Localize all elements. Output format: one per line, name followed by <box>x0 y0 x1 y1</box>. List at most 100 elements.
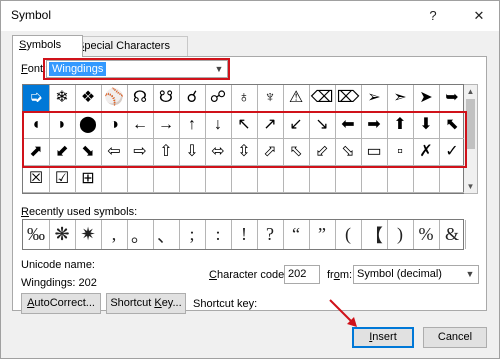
symbol-cell-empty[interactable] <box>257 166 284 193</box>
symbol-cell[interactable]: ❖ <box>75 85 102 112</box>
symbol-cell[interactable]: ♆ <box>257 85 284 112</box>
recent-symbol-cell[interactable]: ! <box>231 220 258 249</box>
symbol-cell[interactable]: → <box>153 112 180 139</box>
recent-symbol-cell[interactable]: 【 <box>361 220 388 249</box>
symbol-cell[interactable]: ⬊ <box>75 139 102 166</box>
autocorrect-button[interactable]: AutoCorrect... <box>21 293 101 314</box>
recent-symbol-cell[interactable]: ✷ <box>75 220 102 249</box>
symbol-cell[interactable]: ✗ <box>413 139 440 166</box>
recent-symbol-cell[interactable]: , <box>101 220 128 249</box>
symbol-cell[interactable]: ⌫ <box>309 85 336 112</box>
scroll-up-icon[interactable]: ▲ <box>464 85 477 98</box>
recent-symbol-cell[interactable]: 、 <box>153 220 180 249</box>
symbol-cell-empty[interactable] <box>205 166 232 193</box>
symbol-cell[interactable]: ◑ <box>101 112 128 139</box>
recent-symbol-cell[interactable]: ❋ <box>49 220 76 249</box>
symbol-cell-empty[interactable] <box>439 166 466 193</box>
symbol-cell[interactable]: ☋ <box>153 85 180 112</box>
symbol-cell[interactable]: ☌ <box>179 85 206 112</box>
symbol-cell[interactable]: ▭ <box>361 139 388 166</box>
recent-symbol-cell[interactable]: ” <box>309 220 336 249</box>
tab-symbols[interactable]: Symbols <box>12 35 83 57</box>
symbol-cell[interactable]: ↗ <box>257 112 284 139</box>
symbol-cell[interactable]: ➤ <box>413 85 440 112</box>
symbol-cell[interactable]: ⚠ <box>283 85 310 112</box>
symbol-cell[interactable]: ▫ <box>387 139 414 166</box>
scroll-thumb[interactable] <box>466 99 475 149</box>
symbol-cell[interactable]: ♁ <box>231 85 258 112</box>
symbol-cell[interactable]: ➢ <box>361 85 388 112</box>
symbol-cell-empty[interactable] <box>127 166 154 193</box>
symbol-cell[interactable]: ⬂ <box>335 139 362 166</box>
symbol-cell-empty[interactable] <box>387 166 414 193</box>
symbol-cell[interactable]: ↓ <box>205 112 232 139</box>
symbol-cell-empty[interactable] <box>283 166 310 193</box>
shortcut-key-button[interactable]: Shortcut Key... <box>106 293 186 314</box>
symbol-cell[interactable]: ☍ <box>205 85 232 112</box>
cancel-button[interactable]: Cancel <box>423 327 487 348</box>
symbol-cell[interactable]: ❄ <box>49 85 76 112</box>
symbol-cell[interactable]: ☑ <box>49 166 76 193</box>
symbol-cell[interactable]: ☒ <box>23 166 50 193</box>
symbol-cell-empty[interactable] <box>309 166 336 193</box>
insert-button[interactable]: Insert <box>352 327 414 348</box>
symbol-cell[interactable]: ← <box>127 112 154 139</box>
symbol-cell-empty[interactable] <box>231 166 258 193</box>
symbol-cell-empty[interactable] <box>101 166 128 193</box>
symbol-cell[interactable]: ⬅ <box>335 112 362 139</box>
symbol-cell[interactable]: ⇧ <box>153 139 180 166</box>
recent-symbol-cell[interactable]: % <box>413 220 440 249</box>
symbol-cell[interactable]: ⬤ <box>75 112 102 139</box>
symbol-cell[interactable]: ↘ <box>309 112 336 139</box>
symbol-cell[interactable]: ⬃ <box>309 139 336 166</box>
symbol-cell[interactable]: ⇩ <box>179 139 206 166</box>
recent-symbol-cell[interactable]: ( <box>335 220 362 249</box>
recent-symbol-cell[interactable]: ; <box>179 220 206 249</box>
symbol-cell[interactable]: ⬄ <box>205 139 232 166</box>
recent-symbol-cell[interactable]: : <box>205 220 232 249</box>
symbol-cell[interactable]: ⇳ <box>231 139 258 166</box>
font-dropdown[interactable]: Wingdings ▼ <box>46 60 228 78</box>
character-code-input[interactable]: 202 <box>284 265 320 284</box>
recent-symbol-cell[interactable]: 。 <box>127 220 154 249</box>
symbol-cell[interactable]: ✓ <box>439 139 466 166</box>
symbol-cell[interactable]: ◖ <box>23 112 50 139</box>
symbol-cell[interactable]: ⬇ <box>413 112 440 139</box>
grid-scrollbar[interactable]: ▲ ▼ <box>464 84 478 194</box>
scroll-down-icon[interactable]: ▼ <box>464 180 477 193</box>
symbol-cell[interactable]: ⬀ <box>257 139 284 166</box>
symbol-cell-empty[interactable] <box>335 166 362 193</box>
symbol-cell[interactable]: ◗ <box>49 112 76 139</box>
recent-symbol-cell[interactable]: ) <box>387 220 414 249</box>
recent-symbol-cell[interactable]: & <box>439 220 466 249</box>
symbol-cell[interactable]: ↖ <box>231 112 258 139</box>
symbol-cell[interactable]: ⬋ <box>49 139 76 166</box>
symbol-cell[interactable]: ➥ <box>439 85 466 112</box>
symbol-cell[interactable]: ⇨ <box>127 139 154 166</box>
symbol-cell[interactable]: ➭ <box>23 85 50 112</box>
symbol-cell[interactable]: ↙ <box>283 112 310 139</box>
symbol-cell[interactable]: ⬁ <box>283 139 310 166</box>
recent-symbol-cell[interactable]: ? <box>257 220 284 249</box>
symbol-cell-empty[interactable] <box>361 166 388 193</box>
from-dropdown[interactable]: Symbol (decimal) ▼ <box>353 265 479 284</box>
symbol-cell[interactable]: ☊ <box>127 85 154 112</box>
symbol-cell-empty[interactable] <box>179 166 206 193</box>
symbol-cell[interactable]: ⇦ <box>101 139 128 166</box>
symbol-cell[interactable]: ⬈ <box>23 139 50 166</box>
symbol-cell-empty[interactable] <box>413 166 440 193</box>
chevron-down-icon[interactable]: ▼ <box>212 62 226 76</box>
symbol-cell[interactable]: ⚾ <box>101 85 128 112</box>
symbol-cell-empty[interactable] <box>153 166 180 193</box>
symbol-cell[interactable]: ⬆ <box>387 112 414 139</box>
chevron-down-icon[interactable]: ▼ <box>463 267 477 282</box>
symbol-cell[interactable]: ➡ <box>361 112 388 139</box>
close-button[interactable]: ✕ <box>469 6 489 26</box>
symbol-cell[interactable]: ↑ <box>179 112 206 139</box>
symbol-cell[interactable]: ⌦ <box>335 85 362 112</box>
symbol-cell[interactable]: ⬉ <box>439 112 466 139</box>
symbol-cell[interactable]: ⊞ <box>75 166 102 193</box>
recent-symbol-cell[interactable]: ‰ <box>23 220 50 249</box>
recent-symbol-cell[interactable]: “ <box>283 220 310 249</box>
help-button[interactable]: ? <box>423 6 443 26</box>
